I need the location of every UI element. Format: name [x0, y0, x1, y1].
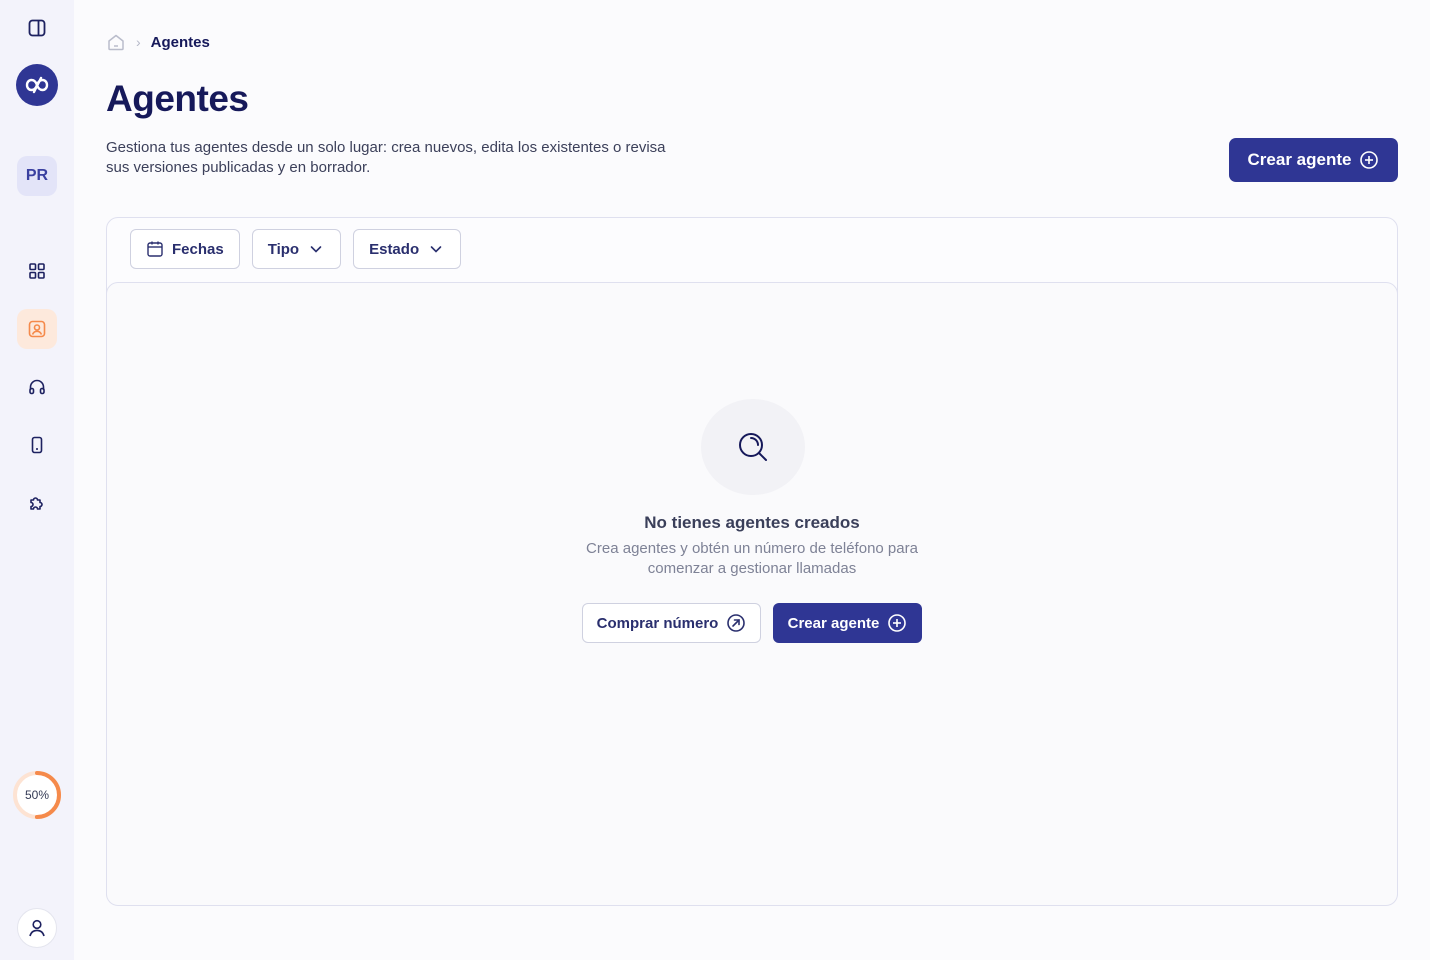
create-agent-button-label: Crear agente [1247, 150, 1352, 169]
sidebar-item-phone-numbers[interactable] [17, 425, 57, 465]
breadcrumb-home-link[interactable] [106, 32, 126, 52]
chevron-down-icon [310, 246, 322, 253]
filter-type-dropdown[interactable]: Tipo [251, 229, 342, 269]
page-description: Gestiona tus agentes desde un solo lugar… [106, 139, 666, 176]
empty-create-agent-label: Crear agente [787, 614, 880, 632]
filter-bar: Fechas Tipo Estado [130, 229, 462, 269]
create-agent-button[interactable]: Crear agente [1229, 138, 1398, 182]
filter-dates-button[interactable]: Fechas [130, 229, 240, 269]
buy-number-button-label: Comprar número [596, 614, 719, 632]
panel-toggle-icon [28, 19, 46, 37]
puzzle-icon [30, 497, 43, 510]
mobile-phone-icon [31, 436, 43, 454]
arrow-up-right-circle-icon [727, 614, 746, 632]
app: PR 50% › Agentes Agentes Gestiona tus ag… [0, 0, 1430, 960]
contact-card-icon [28, 320, 46, 338]
infinity-logo-icon [25, 76, 49, 94]
sidebar-item-dashboard[interactable] [17, 251, 57, 291]
breadcrumb-current: Agentes [150, 33, 210, 51]
filter-status-dropdown[interactable]: Estado [353, 229, 462, 269]
empty-state-illustration [701, 399, 805, 495]
plus-circle-icon [1360, 151, 1379, 169]
sidebar-item-integrations[interactable] [17, 483, 57, 523]
breadcrumb: › Agentes [106, 31, 210, 53]
filter-type-label: Tipo [267, 240, 300, 258]
headphones-icon [29, 379, 45, 395]
usage-progress-label: 50% [24, 788, 50, 802]
workspace-avatar[interactable]: PR [17, 156, 57, 196]
sidebar-item-support[interactable] [17, 367, 57, 407]
page-title: Agentes [106, 78, 249, 119]
sidebar-item-agents[interactable] [17, 309, 57, 349]
user-icon [29, 919, 45, 937]
empty-state-actions: Comprar número Crear agente [582, 603, 922, 643]
empty-state-create-agent-button[interactable]: Crear agente [773, 603, 922, 643]
user-profile-button[interactable] [17, 908, 57, 948]
search-icon [739, 433, 767, 461]
calendar-icon [147, 241, 163, 257]
filter-status-label: Estado [369, 240, 420, 258]
usage-progress-ring[interactable]: 50% [12, 770, 62, 820]
agents-panel: Fechas Tipo Estado No tienes agentes cre… [106, 217, 1398, 906]
plus-circle-icon [888, 614, 907, 632]
sidebar-toggle-button[interactable] [17, 8, 57, 48]
chevron-down-icon [430, 246, 442, 253]
buy-number-button[interactable]: Comprar número [582, 603, 761, 643]
empty-state-description: Crea agentes y obtén un número de teléfo… [586, 540, 918, 577]
grid-icon [29, 263, 45, 279]
empty-state-title: No tienes agentes creados [644, 513, 860, 532]
filter-dates-label: Fechas [172, 240, 224, 258]
brand-logo[interactable] [16, 64, 58, 106]
breadcrumb-separator-icon: › [136, 34, 141, 50]
sidebar: PR 50% [0, 0, 74, 960]
empty-state-container: No tienes agentes creados Crea agentes y… [106, 282, 1398, 906]
home-icon [108, 34, 124, 51]
